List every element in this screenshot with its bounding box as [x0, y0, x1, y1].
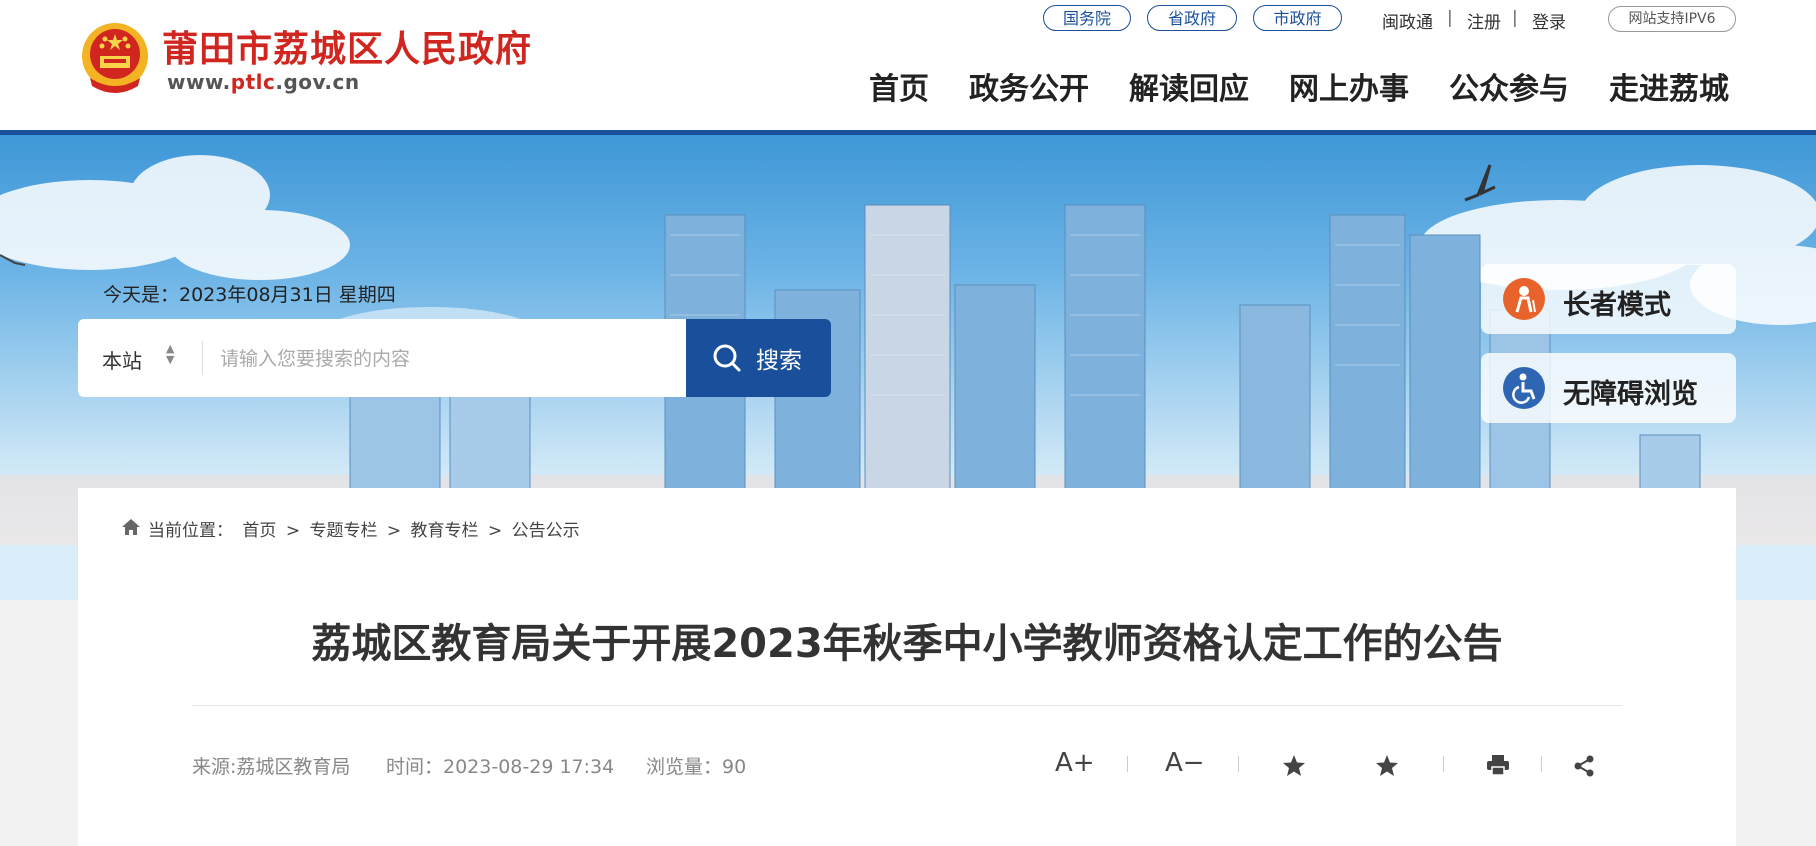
toolbar-separator: [1541, 756, 1542, 772]
star-icon[interactable]: [1375, 754, 1399, 777]
nav-about-licheng[interactable]: 走进荔城: [1609, 64, 1729, 108]
accessible-browse-button[interactable]: 无障碍浏览: [1481, 353, 1736, 423]
article-title: 荔城区教育局关于开展2023年秋季中小学教师资格认定工作的公告: [311, 621, 1503, 667]
breadcrumb: 当前位置： 首页 > 专题专栏 > 教育专栏 > 公告公示: [148, 516, 584, 541]
home-icon: [122, 519, 140, 535]
site-header: 莆田市荔城区人民政府 www.ptlc.gov.cn 国务院 省政府 市政府 闽…: [0, 0, 1816, 130]
city-gov-link[interactable]: 市政府: [1253, 5, 1342, 31]
search-button[interactable]: 搜索: [686, 319, 831, 397]
search-button-label: 搜索: [756, 348, 802, 374]
article-source: 来源:荔城区教育局: [192, 756, 351, 778]
search-input[interactable]: [218, 339, 662, 379]
site-url: www.ptlc.gov.cn: [167, 70, 360, 94]
breadcrumb-separator: >: [285, 521, 301, 541]
accessible-browse-label: 无障碍浏览: [1563, 379, 1698, 410]
breadcrumb-special-topics[interactable]: 专题专栏: [309, 521, 377, 541]
font-decrease-button[interactable]: A−: [1165, 748, 1205, 778]
breadcrumb-education[interactable]: 教育专栏: [411, 521, 479, 541]
share-icon[interactable]: [1573, 755, 1595, 777]
toolbar-separator: [1127, 756, 1128, 772]
search-icon: [713, 344, 741, 372]
elder-icon: [1503, 278, 1545, 320]
wheelchair-icon: [1503, 367, 1545, 409]
site-url-prefix: www.: [167, 70, 231, 94]
star-icon[interactable]: [1282, 754, 1306, 777]
site-url-suffix: .gov.cn: [275, 70, 360, 94]
search-box: 本站 ▲ ▼: [78, 319, 686, 397]
print-icon[interactable]: [1486, 754, 1510, 776]
ipv6-badge: 网站支持IPV6: [1608, 6, 1736, 32]
top-link-separator: |: [1447, 8, 1453, 28]
current-date: 今天是：2023年08月31日 星期四: [103, 284, 396, 306]
breadcrumb-separator: >: [487, 521, 503, 541]
breadcrumb-separator: >: [386, 521, 402, 541]
login-link[interactable]: 登录: [1532, 8, 1566, 33]
national-emblem-icon: [82, 23, 148, 93]
nav-home[interactable]: 首页: [869, 64, 929, 108]
search-divider: [202, 341, 203, 375]
title-divider: [192, 705, 1622, 706]
nav-public-participation[interactable]: 公众参与: [1449, 64, 1569, 108]
breadcrumb-home[interactable]: 首页: [242, 521, 276, 541]
provincial-gov-link[interactable]: 省政府: [1147, 5, 1237, 31]
site-name[interactable]: 莆田市荔城区人民政府: [162, 20, 532, 72]
toolbar-separator: [1238, 756, 1239, 772]
register-link[interactable]: 注册: [1467, 8, 1501, 33]
state-council-link[interactable]: 国务院: [1043, 5, 1131, 31]
minzhengtong-link[interactable]: 闽政通: [1382, 8, 1433, 33]
font-increase-button[interactable]: A+: [1055, 748, 1095, 778]
article-time: 时间：2023-08-29 17:34: [386, 756, 615, 778]
toolbar-separator: [1443, 756, 1444, 772]
nav-government-affairs[interactable]: 政务公开: [969, 64, 1089, 108]
breadcrumb-prefix: 当前位置：: [148, 521, 233, 541]
elder-mode-button[interactable]: 长者模式: [1481, 264, 1736, 334]
breadcrumb-announcements[interactable]: 公告公示: [512, 521, 580, 541]
updown-arrows-icon[interactable]: ▲ ▼: [166, 343, 174, 365]
nav-interpretation[interactable]: 解读回应: [1129, 64, 1249, 108]
top-link-separator: |: [1512, 8, 1518, 28]
elder-mode-label: 长者模式: [1563, 290, 1671, 321]
article-views: 浏览量：90: [646, 756, 747, 778]
nav-online-services[interactable]: 网上办事: [1289, 64, 1409, 108]
search-scope-select[interactable]: 本站: [102, 345, 142, 374]
site-url-highlight: ptlc: [230, 70, 276, 94]
